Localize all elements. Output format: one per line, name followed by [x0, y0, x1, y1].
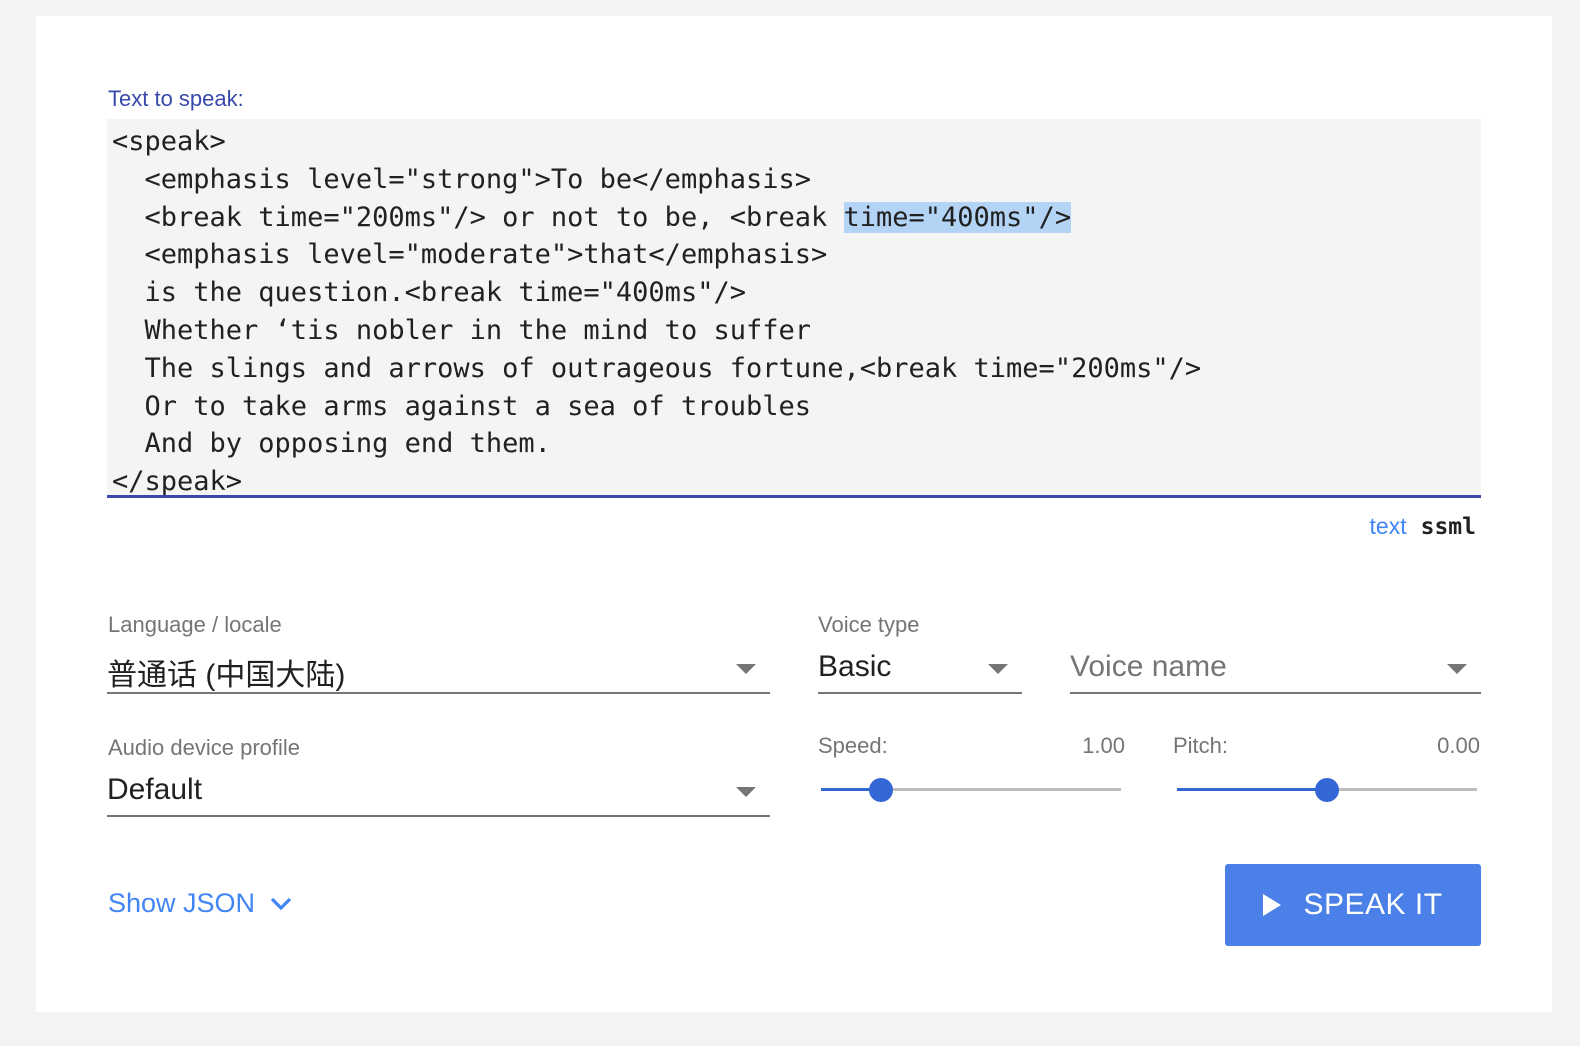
- show-json-label: Show JSON: [108, 888, 256, 918]
- voice-name-placeholder: Voice name: [1070, 650, 1227, 683]
- ssml-line: The slings and arrows of outrageous fort…: [112, 352, 1202, 384]
- speed-label: Speed:: [818, 733, 888, 758]
- slider-thumb[interactable]: [1315, 778, 1339, 802]
- language-label: Language / locale: [108, 612, 282, 637]
- ssml-line: <speak>: [112, 126, 226, 157]
- slider-fill: [1177, 788, 1327, 791]
- audio-profile-select[interactable]: Default: [107, 763, 770, 817]
- ssml-line: Whether ‘tis nobler in the mind to suffe…: [112, 314, 811, 346]
- ssml-line: And by opposing end them.: [112, 428, 551, 460]
- play-icon: [1263, 894, 1282, 916]
- pitch-label: Pitch:: [1173, 733, 1229, 758]
- speak-it-button[interactable]: SPEAK IT: [1225, 864, 1481, 946]
- dropdown-arrow-icon: [736, 787, 756, 797]
- text-to-speak-label: Text to speak:: [108, 86, 244, 111]
- pitch-value: 0.00: [1437, 733, 1480, 758]
- slider-thumb[interactable]: [869, 778, 893, 802]
- input-mode-toggle: text ssml: [1370, 513, 1476, 540]
- dropdown-arrow-icon: [1447, 664, 1467, 674]
- speak-it-label: SPEAK IT: [1303, 888, 1443, 921]
- voice-type-select[interactable]: Basic: [818, 640, 1022, 694]
- selected-text: time="400ms"/>: [843, 201, 1072, 233]
- show-json-toggle[interactable]: Show JSON: [108, 888, 293, 919]
- ssml-line: <emphasis level="moderate">that</emphasi…: [112, 239, 828, 271]
- ssml-line: Or to take arms against a sea of trouble…: [112, 390, 811, 422]
- audio-profile-label: Audio device profile: [108, 735, 301, 760]
- ssml-line: </speak>: [112, 466, 243, 498]
- dropdown-arrow-icon: [736, 664, 756, 674]
- speed-slider[interactable]: [821, 778, 1121, 802]
- voice-name-select[interactable]: Voice name: [1070, 640, 1481, 694]
- voice-type-value: Basic: [818, 650, 892, 683]
- voice-type-label: Voice type: [818, 612, 920, 637]
- ssml-line: <break time="200ms"/> or not to be, <bre…: [112, 201, 844, 233]
- dropdown-arrow-icon: [988, 664, 1008, 674]
- chevron-down-icon: [270, 897, 292, 910]
- ssml-line: <emphasis level="strong">To be</emphasis…: [112, 163, 811, 195]
- language-select[interactable]: 普通话 (中国大陆): [107, 640, 770, 694]
- ssml-line: is the question.<break time="400ms"/>: [112, 277, 746, 309]
- speed-value: 1.00: [1082, 733, 1125, 758]
- audio-profile-value: Default: [107, 773, 203, 806]
- mode-text-button[interactable]: text: [1370, 513, 1407, 539]
- text-to-speak-input[interactable]: <speak> <emphasis level="strong">To be</…: [107, 119, 1481, 498]
- language-value: 普通话 (中国大陆): [107, 659, 346, 692]
- mode-ssml-button[interactable]: ssml: [1421, 514, 1476, 540]
- pitch-slider[interactable]: [1177, 778, 1477, 802]
